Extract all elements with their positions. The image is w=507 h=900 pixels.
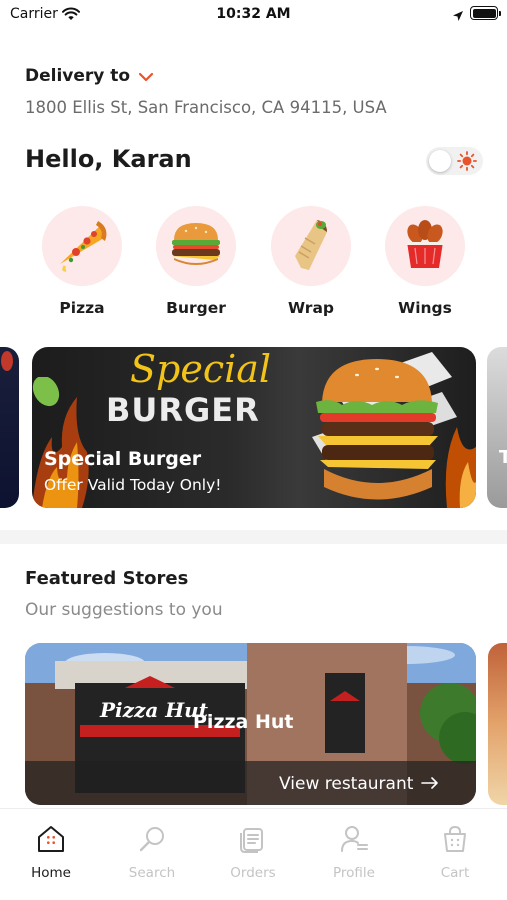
store-name: Pizza Hut [193,711,294,733]
arrow-right-icon [421,774,439,794]
burger-icon [168,220,224,272]
promo-headline: BURGER [106,391,260,429]
clock: 10:32 AM [216,6,291,22]
featured-stores-subtitle: Our suggestions to you [25,600,223,620]
burger-image [312,352,476,508]
store-card-next[interactable] [488,643,507,805]
promo-title: Special Burger [44,448,202,470]
tab-label: Profile [333,865,375,881]
delivery-address[interactable]: 1800 Ellis St, San Francisco, CA 94115, … [25,98,387,117]
promo-carousel[interactable]: Special BURGER Special Burger Offer Vali… [0,347,507,508]
stores-carousel[interactable]: Pizza Hut Pizza Hut View restaurant [0,643,507,805]
category-pizza[interactable]: Pizza [32,206,132,317]
promo-card-previous[interactable] [0,347,19,508]
greeting: Hello, Karan [25,145,192,173]
promo-script-text: Special [130,347,272,391]
tab-label: Orders [230,865,276,881]
category-label: Wrap [287,299,335,317]
tab-label: Cart [440,865,470,881]
category-wings-circle [385,206,465,286]
category-burger-circle [156,206,236,286]
tab-home[interactable]: Home [1,823,101,881]
promo-card-special-burger[interactable]: Special BURGER Special Burger Offer Vali… [32,347,476,508]
category-burger[interactable]: Burger [146,206,246,317]
category-wrap[interactable]: Wrap [261,206,361,317]
tab-bar: Home Search Orders Profile Cart [0,808,507,900]
view-restaurant-link[interactable]: View restaurant [279,774,439,794]
delivery-selector[interactable]: Delivery to [25,66,387,86]
profile-icon [304,823,404,855]
orders-icon [203,823,303,855]
tab-label: Home [31,865,71,881]
tab-profile[interactable]: Profile [304,823,404,881]
wrap-icon [291,216,331,276]
toggle-knob [429,150,451,172]
home-icon [1,823,101,855]
category-wrap-circle [271,206,351,286]
battery-icon [470,6,501,20]
location-arrow-icon [452,7,464,26]
category-label: Wings [398,299,452,317]
tab-cart[interactable]: Cart [405,823,505,881]
delivery-label: Delivery to [25,66,131,86]
wings-icon [401,218,449,274]
status-bar: Carrier 10:32 AM [0,0,507,30]
category-label: Burger [166,299,226,317]
promo-subtitle: Offer Valid Today Only! [44,476,222,494]
tab-label: Search [128,865,176,881]
search-icon [102,823,202,855]
theme-toggle[interactable] [426,147,483,175]
pizza-icon [54,216,110,276]
category-pizza-circle [42,206,122,286]
delivery-section: Delivery to 1800 Ellis St, San Francisco… [25,66,387,117]
store-card-pizza-hut[interactable]: Pizza Hut Pizza Hut View restaurant [25,643,476,805]
featured-stores-title: Featured Stores [25,568,189,589]
promo-card-next[interactable]: T [487,347,507,508]
category-label: Pizza [59,299,105,317]
view-restaurant-label: View restaurant [279,774,414,794]
category-wings[interactable]: Wings [375,206,475,317]
section-divider [0,530,507,544]
cart-icon [405,823,505,855]
sun-icon [457,151,477,175]
chevron-down-icon [138,67,154,86]
tab-orders[interactable]: Orders [203,823,303,881]
category-list: Pizza Burger Wrap Wings [0,206,507,326]
tab-search[interactable]: Search [102,823,202,881]
